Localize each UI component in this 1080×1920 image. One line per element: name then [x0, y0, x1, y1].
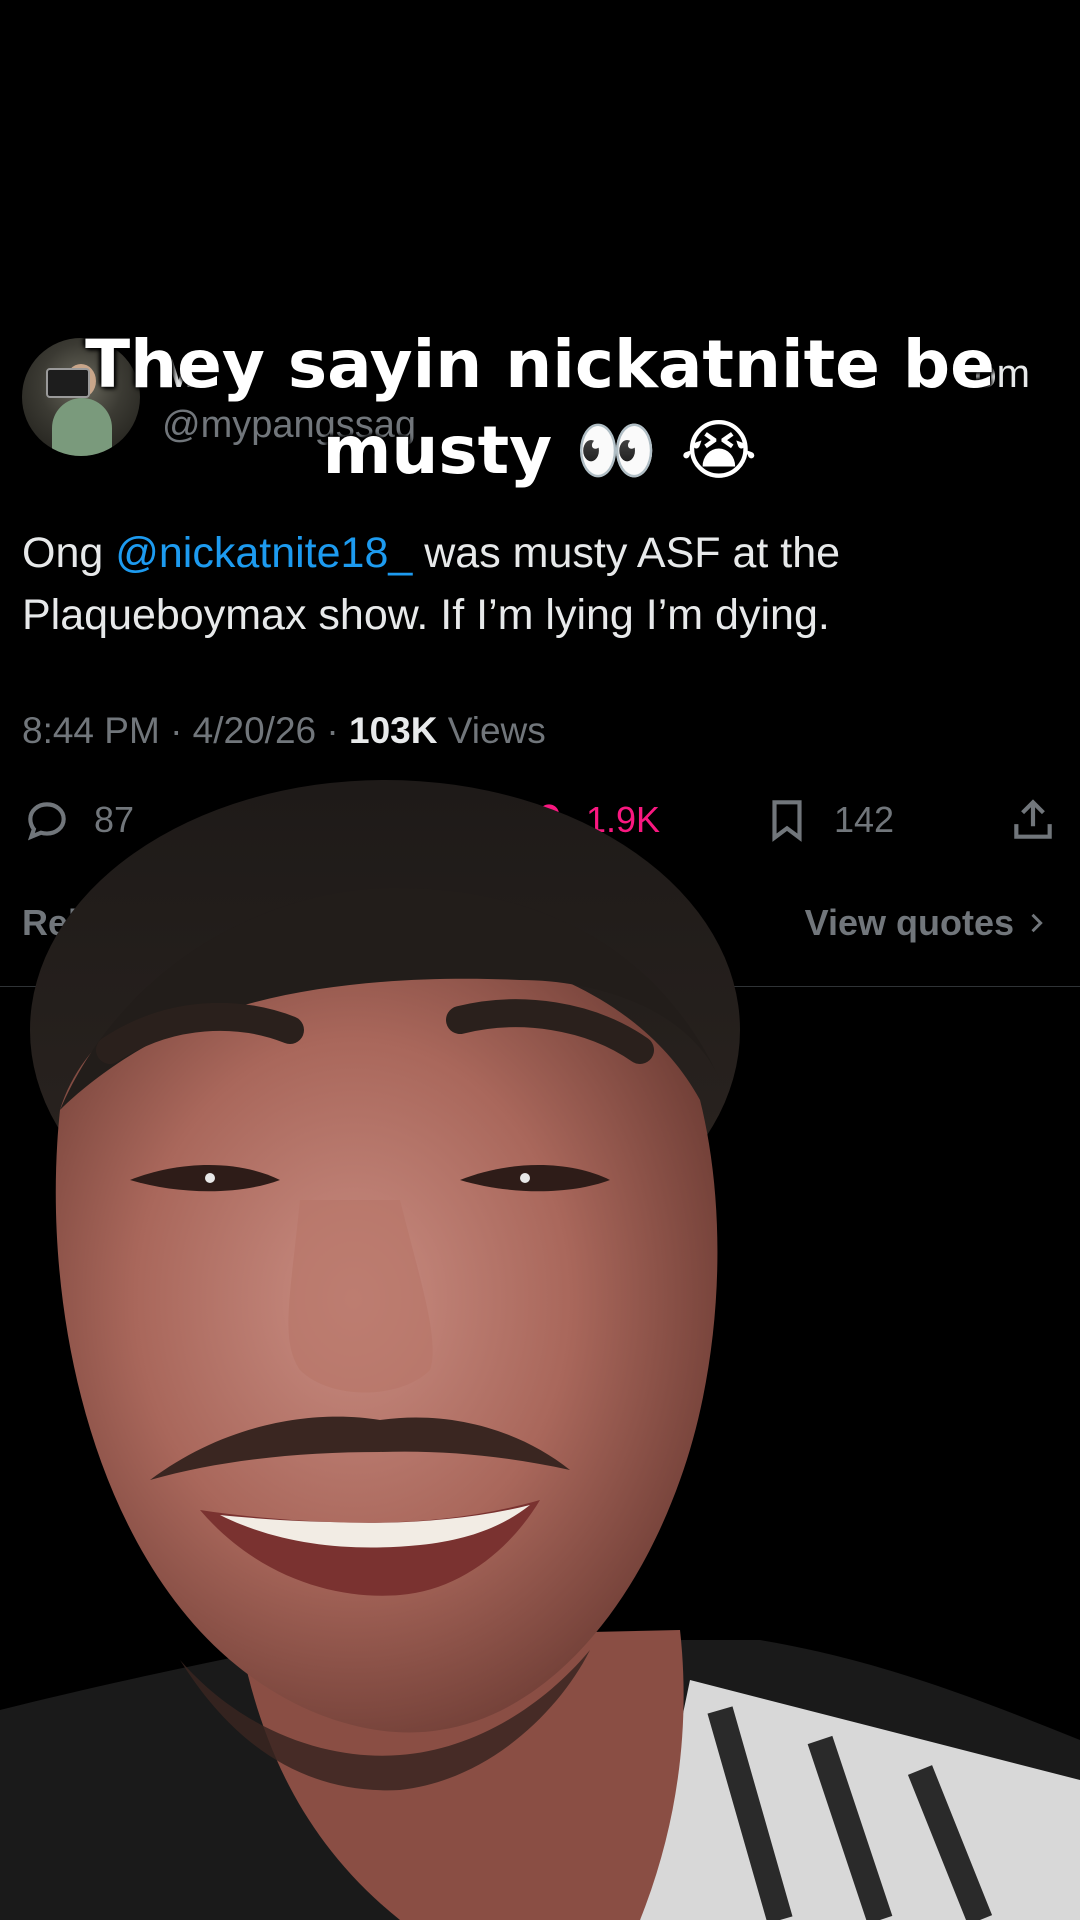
- views-label: Views: [437, 710, 546, 751]
- mention-link[interactable]: @nickatnite18_: [115, 529, 412, 577]
- tweet-timestamp: 8:44 PM · 4/20/26 ·: [22, 710, 350, 751]
- tweet-text: Ong @nickatnite18_ was musty ASF at the …: [22, 522, 1042, 646]
- webcam-overlay-image: [0, 780, 1080, 1920]
- tweet-meta: 8:44 PM · 4/20/26 · 103K Views: [22, 710, 546, 752]
- tweet-text-prefix: Ong: [22, 529, 116, 577]
- views-count: 103K: [349, 710, 438, 751]
- video-caption: They sayin nickatnite be musty 👀 😭: [85, 326, 995, 489]
